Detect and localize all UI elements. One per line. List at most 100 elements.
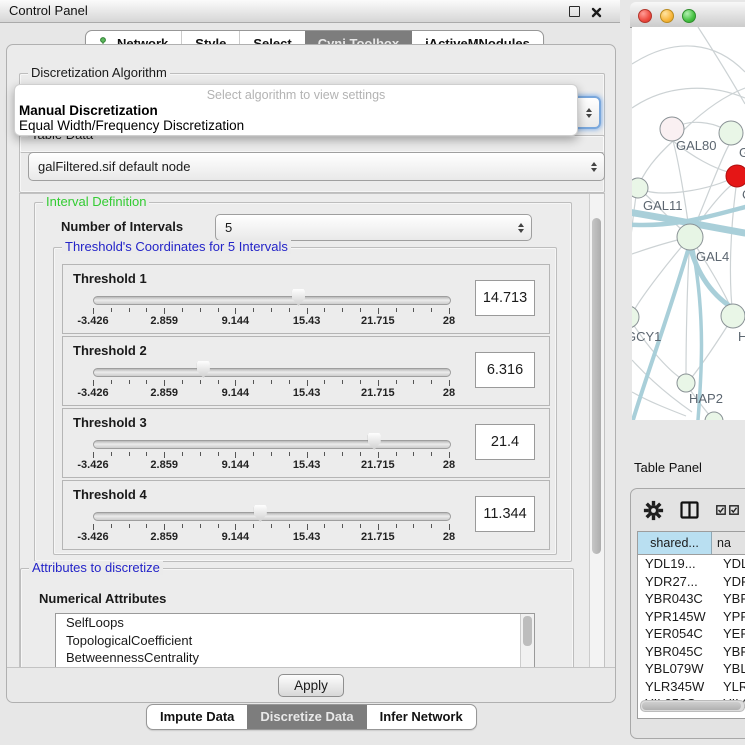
- network-window: GAL80GALCGAL11GAL4GCY1HHAP2: [622, 0, 745, 449]
- network-node-label: GAL11: [643, 198, 683, 213]
- panel-title: Control Panel: [9, 0, 88, 22]
- control-panel-titlebar: Control Panel: [0, 0, 620, 23]
- slider-track[interactable]: [93, 440, 451, 449]
- table-data-combobox[interactable]: galFiltered.sif default node: [28, 152, 605, 181]
- network-node-label: HAP2: [689, 391, 723, 406]
- slider-track[interactable]: [93, 512, 451, 521]
- network-node-c[interactable]: [726, 165, 745, 187]
- slider-scale-labels: -3.4262.8599.14415.4321.71528: [93, 315, 449, 327]
- numerical-attributes-list[interactable]: SelfLoopsTopologicalCoefficientBetweenne…: [55, 613, 535, 669]
- split-panel-icon[interactable]: [680, 501, 699, 524]
- slider-scale-labels: -3.4262.8599.14415.4321.71528: [93, 387, 449, 399]
- table-row[interactable]: YER054CYER0: [638, 625, 745, 643]
- settings-scroll-area: Interval Definition Number of Intervals …: [19, 193, 605, 669]
- network-node-label: GAL4: [696, 249, 729, 264]
- table-panel: shared... na YDL19...YDL1YDR27...YDR2YBR…: [630, 488, 745, 739]
- slider-ticks: [93, 524, 449, 531]
- slider-track[interactable]: [93, 368, 451, 377]
- algorithm-option-manual[interactable]: Manual Discretization: [19, 103, 158, 118]
- bottom-tab-bar: Impute DataDiscretize DataInfer Network: [146, 704, 477, 730]
- checkbox-icon: [716, 505, 726, 515]
- slider-track[interactable]: [93, 296, 451, 305]
- settings-scrollbar[interactable]: [589, 194, 604, 668]
- threshold-value-field[interactable]: 6.316: [475, 352, 535, 388]
- interval-definition-group: Interval Definition Number of Intervals …: [34, 202, 572, 562]
- thresholds-group: Threshold's Coordinates for 5 Intervals …: [53, 247, 557, 555]
- network-node-label: H: [738, 329, 745, 344]
- slider-scale-labels: -3.4262.8599.14415.4321.71528: [93, 459, 449, 471]
- threshold-value-field[interactable]: 14.713: [475, 280, 535, 316]
- apply-row: Apply: [7, 667, 615, 702]
- tab-impute-data[interactable]: Impute Data: [147, 705, 247, 729]
- interval-legend: Interval Definition: [43, 195, 149, 209]
- network-window-titlebar: [630, 2, 745, 28]
- combo-arrows-icon: [518, 223, 524, 233]
- close-traffic-light-icon[interactable]: [638, 9, 652, 23]
- combo-arrows-icon: [591, 162, 597, 172]
- table-row[interactable]: YDL19...YDL1: [638, 555, 745, 573]
- table-horizontal-scrollbar[interactable]: [640, 700, 745, 712]
- threshold-label: Threshold 2: [73, 343, 147, 358]
- threshold-value-field[interactable]: 21.4: [475, 424, 535, 460]
- threshold-label: Threshold 3: [73, 415, 147, 430]
- network-canvas[interactable]: GAL80GALCGAL11GAL4GCY1HHAP2: [632, 27, 745, 420]
- tab-infer-network[interactable]: Infer Network: [367, 705, 476, 729]
- column-header-name[interactable]: na: [712, 532, 745, 554]
- float-window-icon[interactable]: [569, 6, 580, 17]
- discretization-legend: Discretization Algorithm: [28, 66, 170, 80]
- table-row[interactable]: YDR27...YDR2: [638, 573, 745, 591]
- num-intervals-value: 5: [225, 220, 232, 235]
- network-node-gal[interactable]: [719, 121, 743, 145]
- select-columns-icons[interactable]: [716, 505, 739, 515]
- threshold-box: Threshold 4 -3.4262.8599.14415.4321.7152…: [62, 480, 550, 550]
- thresholds-legend: Threshold's Coordinates for 5 Intervals: [62, 240, 291, 254]
- table-data-value: galFiltered.sif default node: [38, 159, 190, 174]
- threshold-box: Threshold 3 -3.4262.8599.14415.4321.7152…: [62, 408, 550, 478]
- num-intervals-combobox[interactable]: 5: [215, 214, 532, 241]
- zoom-traffic-light-icon[interactable]: [682, 9, 696, 23]
- attribute-list-item[interactable]: TopologicalCoefficient: [56, 632, 534, 650]
- table-header: shared... na: [638, 532, 745, 555]
- num-intervals-label: Number of Intervals: [61, 219, 183, 234]
- table-row[interactable]: YLR345WYLR3: [638, 678, 745, 696]
- attribute-list-item[interactable]: BetweennessCentrality: [56, 649, 534, 667]
- slider-ticks: [93, 452, 449, 459]
- tab-discretize-data[interactable]: Discretize Data: [247, 705, 366, 729]
- algorithm-hint: Select algorithm to view settings: [15, 88, 577, 102]
- checkbox-icon: [729, 505, 739, 515]
- algorithm-option-equal-width[interactable]: Equal Width/Frequency Discretization: [19, 118, 244, 133]
- node-table: shared... na YDL19...YDL1YDR27...YDR2YBR…: [637, 531, 745, 719]
- attributes-legend: Attributes to discretize: [29, 561, 163, 575]
- network-node-label: GCY1: [632, 329, 661, 344]
- network-node-hap2[interactable]: [677, 374, 695, 392]
- threshold-label: Threshold 4: [73, 487, 147, 502]
- table-row[interactable]: YBR045CYBR0: [638, 643, 745, 661]
- attribute-list-item[interactable]: SelfLoops: [56, 614, 534, 632]
- network-node-gcy1[interactable]: [632, 306, 639, 328]
- table-row[interactable]: YBR043CYBR0: [638, 590, 745, 608]
- network-node-gal11[interactable]: [632, 178, 648, 198]
- gear-icon[interactable]: [643, 500, 664, 526]
- network-node-gal4[interactable]: [677, 224, 703, 250]
- slider-ticks: [93, 380, 449, 387]
- apply-button[interactable]: Apply: [278, 674, 344, 697]
- network-node-label: GAL: [739, 145, 745, 160]
- threshold-box: Threshold 2 -3.4262.8599.14415.4321.7152…: [62, 336, 550, 406]
- numerical-attributes-heading: Numerical Attributes: [39, 591, 166, 606]
- column-header-shared-name[interactable]: shared...: [638, 532, 712, 554]
- close-icon[interactable]: [591, 5, 602, 23]
- attributes-group: Attributes to discretize Numerical Attri…: [20, 568, 574, 669]
- table-data-group: Table Data galFiltered.sif default node: [19, 135, 605, 193]
- algorithm-dropdown-popup: Select algorithm to view settings Manual…: [14, 84, 578, 136]
- list-scrollbar[interactable]: [520, 614, 534, 669]
- threshold-box: Threshold 1 -3.4262.8599.14415.4321.7152…: [62, 264, 550, 334]
- table-row[interactable]: YBL079WYBL0: [638, 660, 745, 678]
- threshold-label: Threshold 1: [73, 271, 147, 286]
- slider-ticks: [93, 308, 449, 315]
- network-node-h[interactable]: [721, 304, 745, 328]
- minimize-traffic-light-icon[interactable]: [660, 9, 674, 23]
- threshold-value-field[interactable]: 11.344: [475, 496, 535, 532]
- slider-scale-labels: -3.4262.8599.14415.4321.71528: [93, 531, 449, 543]
- table-panel-title: Table Panel: [634, 455, 702, 481]
- table-row[interactable]: YPR145WYPR1: [638, 608, 745, 626]
